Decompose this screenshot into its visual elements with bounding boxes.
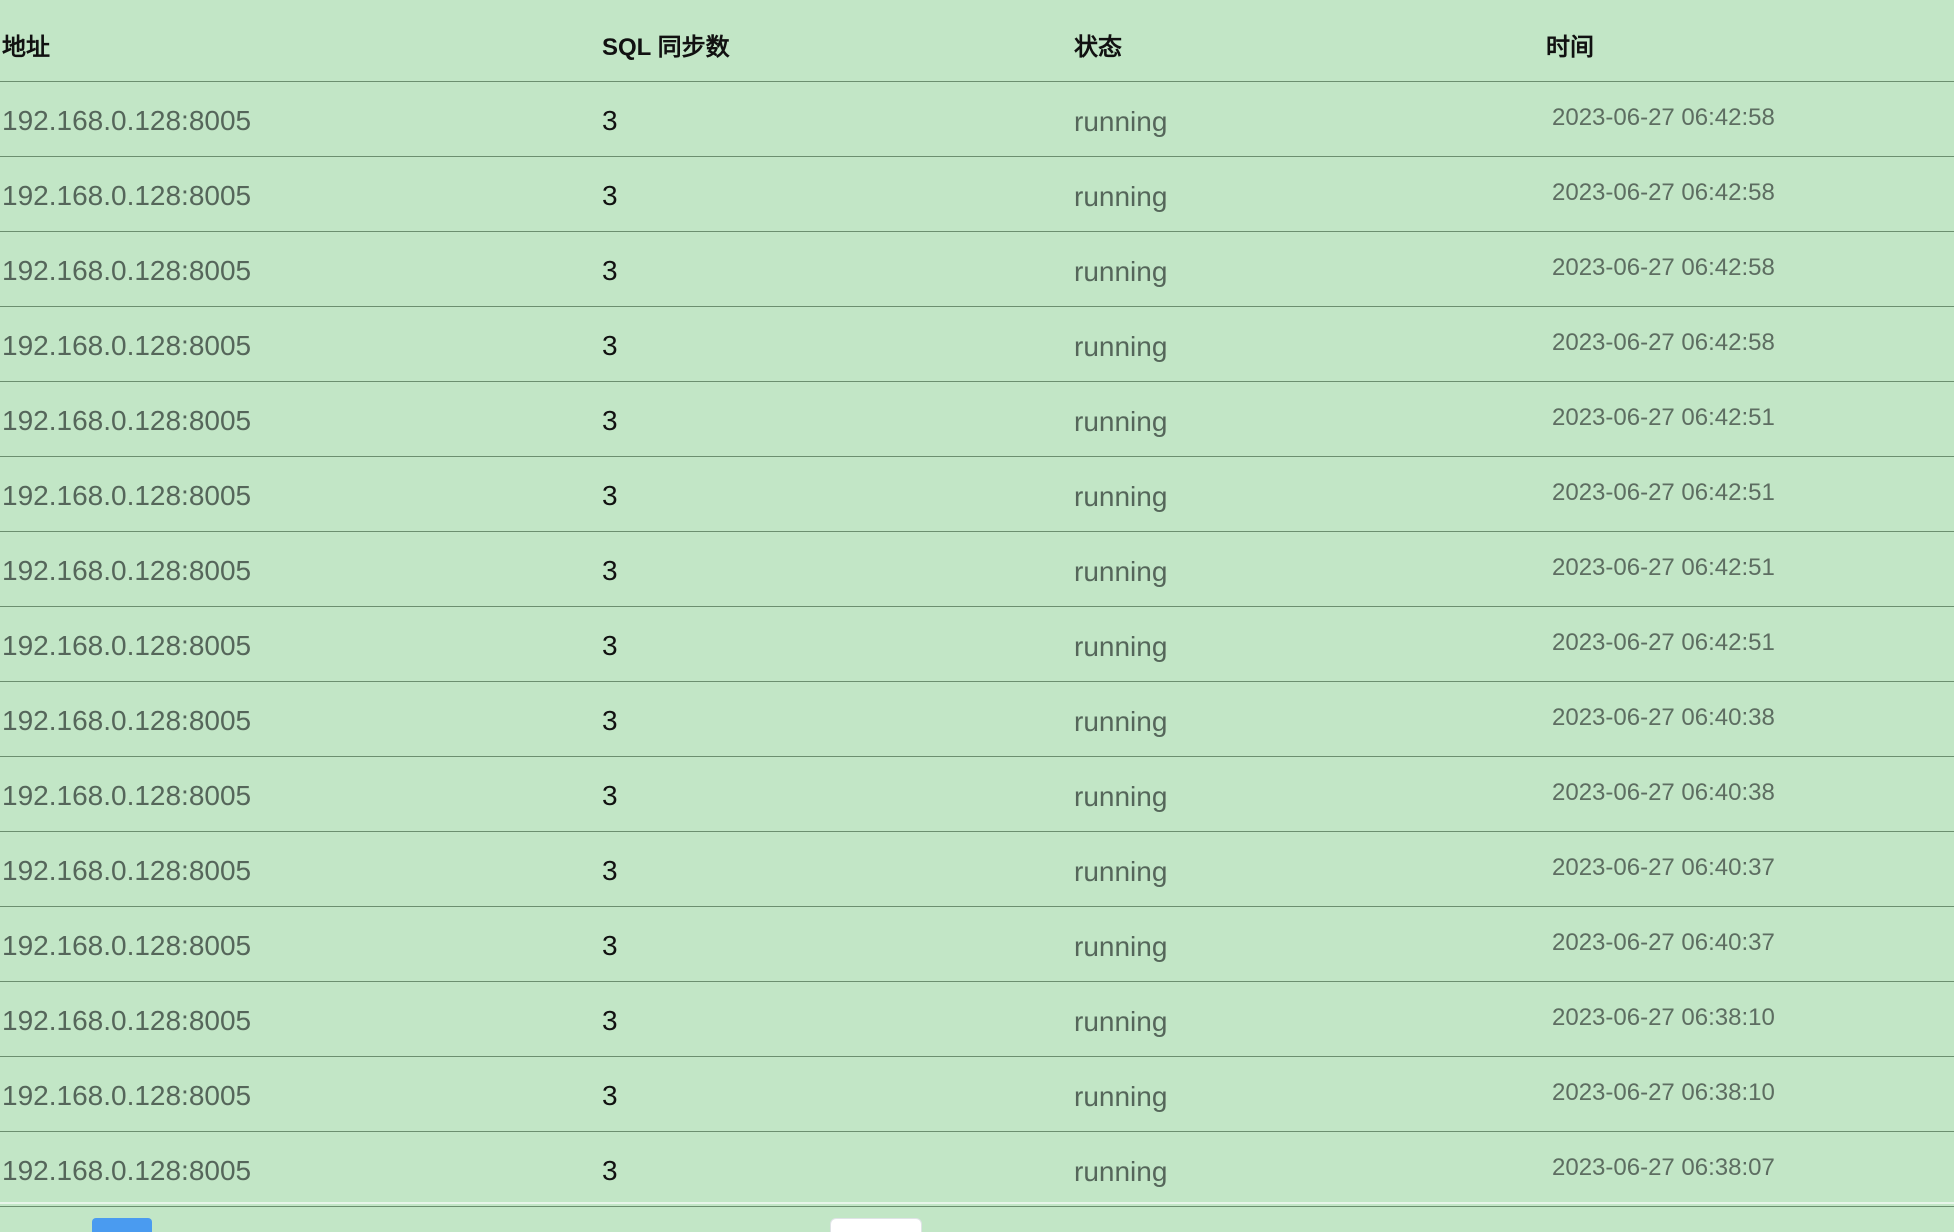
- cell-time: 2023-06-27 06:40:37: [1552, 929, 1775, 956]
- cell-time: 2023-06-27 06:42:51: [1552, 404, 1775, 431]
- cell-time: 2023-06-27 06:38:07: [1552, 1154, 1775, 1181]
- column-header-time: 时间: [1546, 34, 1594, 61]
- cell-sql-sync-count: 3: [602, 180, 618, 211]
- table-row: 192.168.0.128:8005 3 running 2023-06-27 06:…: [0, 457, 1954, 532]
- cell-status: running: [1074, 781, 1168, 812]
- cell-address: 192.168.0.128:8005: [2, 630, 252, 661]
- table-row: 192.168.0.128:8005 3 running 2023-06-27 06:…: [0, 232, 1954, 307]
- cell-status: running: [1074, 181, 1168, 212]
- cell-time: 2023-06-27 06:42:58: [1552, 329, 1775, 356]
- cell-time: 2023-06-27 06:42:58: [1552, 254, 1775, 281]
- cell-status: running: [1074, 331, 1168, 362]
- cell-address: 192.168.0.128:8005: [2, 1155, 252, 1186]
- cell-status: running: [1074, 1081, 1168, 1112]
- cell-address: 192.168.0.128:8005: [2, 855, 252, 886]
- table-row: 192.168.0.128:8005 3 running 2023-06-27 06:…: [0, 607, 1954, 682]
- cell-sql-sync-count: 3: [602, 705, 618, 736]
- cell-status: running: [1074, 106, 1168, 137]
- table-body: 192.168.0.128:8005 3 running 2023-06-27 06:…: [0, 82, 1954, 1207]
- cell-status: running: [1074, 631, 1168, 662]
- cell-address: 192.168.0.128:8005: [2, 180, 252, 211]
- cell-sql-sync-count: 3: [602, 780, 618, 811]
- pagination-bar: [0, 1202, 1954, 1232]
- pagination-page-input[interactable]: [830, 1218, 922, 1232]
- cell-sql-sync-count: 3: [602, 480, 618, 511]
- table-row: 192.168.0.128:8005 3 running 2023-06-27 06:…: [0, 532, 1954, 607]
- cell-status: running: [1074, 556, 1168, 587]
- column-header-status: 状态: [1074, 34, 1122, 61]
- cell-address: 192.168.0.128:8005: [2, 1080, 252, 1111]
- cell-address: 192.168.0.128:8005: [2, 705, 252, 736]
- cell-status: running: [1074, 931, 1168, 962]
- cell-time: 2023-06-27 06:42:51: [1552, 554, 1775, 581]
- table-row: 192.168.0.128:8005 3 running 2023-06-27 06:…: [0, 682, 1954, 757]
- column-header-sql-sync-count: SQL 同步数: [602, 34, 730, 61]
- sync-status-table: 地址 SQL 同步数 状态 时间 192.168.0.128:8005 3 runn…: [0, 0, 1954, 1207]
- cell-address: 192.168.0.128:8005: [2, 1005, 252, 1036]
- table-row: 192.168.0.128:8005 3 running 2023-06-27 06:…: [0, 382, 1954, 457]
- cell-sql-sync-count: 3: [602, 405, 618, 436]
- cell-sql-sync-count: 3: [602, 930, 618, 961]
- table-row: 192.168.0.128:8005 3 running 2023-06-27 06:…: [0, 1057, 1954, 1132]
- cell-address: 192.168.0.128:8005: [2, 930, 252, 961]
- table-row: 192.168.0.128:8005 3 running 2023-06-27 06:…: [0, 1132, 1954, 1207]
- cell-status: running: [1074, 1006, 1168, 1037]
- cell-address: 192.168.0.128:8005: [2, 105, 252, 136]
- cell-sql-sync-count: 3: [602, 855, 618, 886]
- cell-status: running: [1074, 1156, 1168, 1187]
- pagination-current-page-button[interactable]: [92, 1218, 152, 1232]
- cell-status: running: [1074, 856, 1168, 887]
- table-row: 192.168.0.128:8005 3 running 2023-06-27 06:…: [0, 832, 1954, 907]
- table-row: 192.168.0.128:8005 3 running 2023-06-27 06:…: [0, 757, 1954, 832]
- cell-status: running: [1074, 481, 1168, 512]
- cell-address: 192.168.0.128:8005: [2, 780, 252, 811]
- table-row: 192.168.0.128:8005 3 running 2023-06-27 06:…: [0, 907, 1954, 982]
- cell-time: 2023-06-27 06:42:51: [1552, 629, 1775, 656]
- cell-sql-sync-count: 3: [602, 1155, 618, 1186]
- cell-time: 2023-06-27 06:42:58: [1552, 179, 1775, 206]
- cell-time: 2023-06-27 06:38:10: [1552, 1079, 1775, 1106]
- cell-time: 2023-06-27 06:40:38: [1552, 779, 1775, 806]
- table-row: 192.168.0.128:8005 3 running 2023-06-27 06:…: [0, 157, 1954, 232]
- cell-status: running: [1074, 706, 1168, 737]
- cell-time: 2023-06-27 06:42:58: [1552, 104, 1775, 131]
- cell-sql-sync-count: 3: [602, 1080, 618, 1111]
- table-row: 192.168.0.128:8005 3 running 2023-06-27 06:…: [0, 307, 1954, 382]
- cell-sql-sync-count: 3: [602, 105, 618, 136]
- column-header-address: 地址: [2, 34, 50, 61]
- cell-status: running: [1074, 406, 1168, 437]
- cell-address: 192.168.0.128:8005: [2, 330, 252, 361]
- cell-sql-sync-count: 3: [602, 330, 618, 361]
- cell-sql-sync-count: 3: [602, 255, 618, 286]
- cell-time: 2023-06-27 06:40:38: [1552, 704, 1775, 731]
- cell-address: 192.168.0.128:8005: [2, 405, 252, 436]
- cell-address: 192.168.0.128:8005: [2, 480, 252, 511]
- cell-time: 2023-06-27 06:42:51: [1552, 479, 1775, 506]
- table-row: 192.168.0.128:8005 3 running 2023-06-27 06:…: [0, 82, 1954, 157]
- table-row: 192.168.0.128:8005 3 running 2023-06-27 06:…: [0, 982, 1954, 1057]
- cell-address: 192.168.0.128:8005: [2, 255, 252, 286]
- cell-address: 192.168.0.128:8005: [2, 555, 252, 586]
- cell-time: 2023-06-27 06:40:37: [1552, 854, 1775, 881]
- cell-sql-sync-count: 3: [602, 1005, 618, 1036]
- cell-sql-sync-count: 3: [602, 630, 618, 661]
- cell-time: 2023-06-27 06:38:10: [1552, 1004, 1775, 1031]
- cell-sql-sync-count: 3: [602, 555, 618, 586]
- cell-status: running: [1074, 256, 1168, 287]
- table-header: 地址 SQL 同步数 状态 时间: [0, 0, 1954, 82]
